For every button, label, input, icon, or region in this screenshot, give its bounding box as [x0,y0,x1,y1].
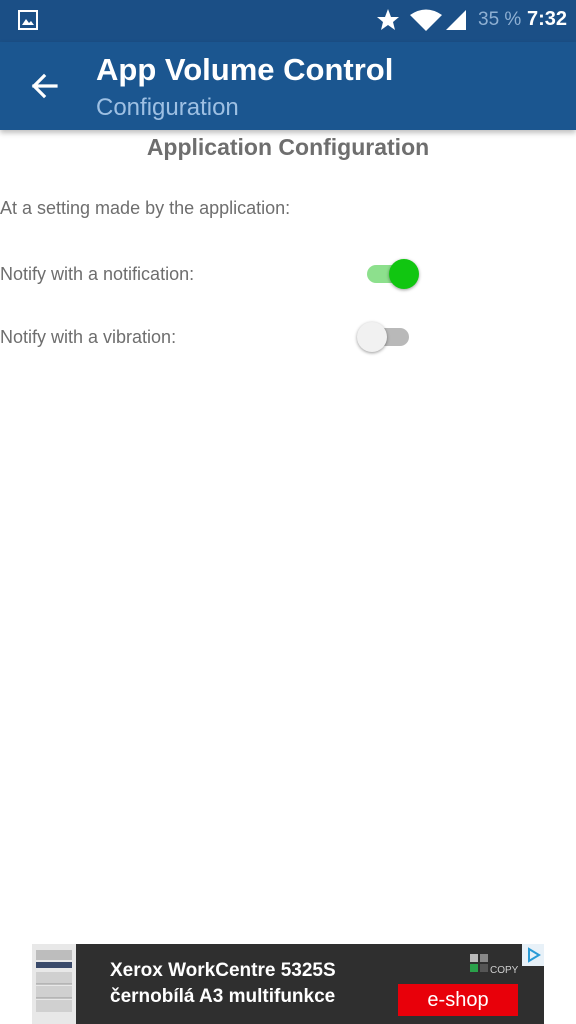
status-bar: 35 % 7:32 [0,0,576,42]
eshop-button[interactable]: e-shop [398,984,518,1016]
app-subtitle: Configuration [96,94,239,121]
ad-choices-icon[interactable] [522,944,544,966]
battery-level: 35 % [478,9,522,30]
ad-headline: Xerox WorkCentre 5325S [110,960,336,981]
section-title: Application Configuration [146,134,430,160]
star-icon [377,9,399,30]
vibration-setting-label: Notify with a vibration: [0,327,177,347]
ad-banner[interactable]: Xerox WorkCentre 5325S černobílá A3 mult… [32,944,544,1024]
clock: 7:32 [527,8,568,30]
ad-logo-text: COPY [490,965,519,976]
app-title: App Volume Control [96,52,394,87]
vibration-toggle[interactable] [357,319,413,355]
back-button[interactable] [22,64,66,108]
intro-text: At a setting made by the application: [0,198,291,218]
notification-toggle[interactable] [363,256,419,292]
wifi-icon [410,9,442,31]
toggle-thumb [357,322,387,352]
ad-subheadline: černobílá A3 multifunkce [110,986,336,1007]
toggle-thumb [389,259,419,289]
signal-icon [446,10,466,30]
printer-image [32,944,76,1024]
gallery-icon [18,10,38,30]
app-bar: App Volume Control Configuration [0,42,576,130]
notification-setting-label: Notify with a notification: [0,264,195,284]
arrow-left-icon [31,73,58,99]
